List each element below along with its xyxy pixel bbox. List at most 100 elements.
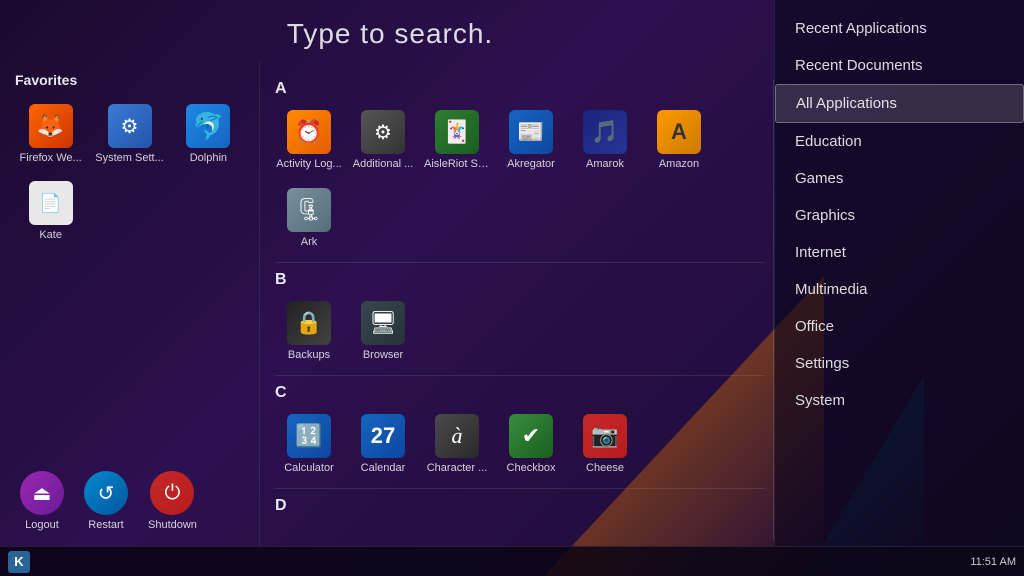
akregator-label: Akregator bbox=[507, 158, 555, 170]
restart-button[interactable]: ↺ Restart bbox=[79, 466, 133, 536]
app-akregator[interactable]: 📰 Akregator bbox=[497, 104, 565, 176]
app-calculator[interactable]: 🔢 Calculator bbox=[275, 408, 343, 480]
logout-label: Logout bbox=[25, 519, 59, 531]
cheese-label: Cheese bbox=[586, 462, 624, 474]
logout-icon: ⏏ bbox=[20, 471, 64, 515]
activity-log-icon: ⏰ bbox=[287, 110, 331, 154]
divider-c-d bbox=[275, 488, 765, 489]
aisleriots-label: AisleRiot So... bbox=[424, 158, 490, 170]
app-amazon[interactable]: A Amazon bbox=[645, 104, 713, 176]
panel-item-settings[interactable]: Settings bbox=[775, 345, 1024, 382]
panel-item-all-applications[interactable]: All Applications bbox=[775, 84, 1024, 123]
additional-icon: ⚙ bbox=[361, 110, 405, 154]
kate-label: Kate bbox=[39, 229, 62, 241]
right-panel: Recent Applications Recent Documents All… bbox=[774, 0, 1024, 546]
restart-icon: ↺ bbox=[84, 471, 128, 515]
app-aisleriots[interactable]: 🃏 AisleRiot So... bbox=[423, 104, 491, 176]
calendar-icon: 27 bbox=[361, 414, 405, 458]
cheese-icon: 📷 bbox=[583, 414, 627, 458]
favorites-grid: 🦊 Firefox We... ⚙ System Sett... 🐬 Dolph… bbox=[15, 98, 244, 247]
fav-item-system-settings[interactable]: ⚙ System Sett... bbox=[91, 98, 167, 170]
section-c-letter: C bbox=[275, 384, 765, 402]
panel-item-education[interactable]: Education bbox=[775, 123, 1024, 160]
favorites-title: Favorites bbox=[15, 72, 244, 88]
browser-icon: 🖥 bbox=[361, 301, 405, 345]
restart-label: Restart bbox=[88, 519, 123, 531]
additional-label: Additional ... bbox=[353, 158, 414, 170]
shutdown-icon: ⏻ bbox=[150, 471, 194, 515]
character-label: Character ... bbox=[427, 462, 488, 474]
panel-item-multimedia[interactable]: Multimedia bbox=[775, 271, 1024, 308]
kate-icon: 📄 bbox=[29, 181, 73, 225]
backups-label: Backups bbox=[288, 349, 330, 361]
divider-a-b bbox=[275, 262, 765, 263]
firefox-icon: 🦊 bbox=[29, 104, 73, 148]
app-amarok[interactable]: 🎵 Amarok bbox=[571, 104, 639, 176]
ark-label: Ark bbox=[301, 236, 318, 248]
app-cheese[interactable]: 📷 Cheese bbox=[571, 408, 639, 480]
section-c-apps: 🔢 Calculator 27 Calendar à Character ...… bbox=[275, 408, 765, 480]
panel-item-internet[interactable]: Internet bbox=[775, 234, 1024, 271]
fav-item-kate[interactable]: 📄 Kate bbox=[15, 175, 86, 247]
section-a-letter: A bbox=[275, 80, 765, 98]
apps-area: A ⏰ Activity Log... ⚙ Additional ... 🃏 A… bbox=[260, 62, 780, 546]
firefox-label: Firefox We... bbox=[20, 152, 82, 164]
taskbar-left: K bbox=[8, 551, 30, 573]
amarok-icon: 🎵 bbox=[583, 110, 627, 154]
ark-icon: 🗜 bbox=[287, 188, 331, 232]
logout-button[interactable]: ⏏ Logout bbox=[15, 466, 69, 536]
shutdown-label: Shutdown bbox=[148, 519, 197, 531]
actions-bar: ⏏ Logout ↺ Restart ⏻ Shutdown bbox=[15, 456, 244, 536]
panel-item-office[interactable]: Office bbox=[775, 308, 1024, 345]
browser-label: Browser bbox=[363, 349, 403, 361]
system-settings-icon: ⚙ bbox=[108, 104, 152, 148]
section-b-apps: 🔒 Backups 🖥 Browser bbox=[275, 295, 765, 367]
section-d-letter: D bbox=[275, 497, 765, 515]
panel-item-games[interactable]: Games bbox=[775, 160, 1024, 197]
app-activity-log[interactable]: ⏰ Activity Log... bbox=[275, 104, 343, 176]
dolphin-label: Dolphin bbox=[190, 152, 227, 164]
fav-item-dolphin[interactable]: 🐬 Dolphin bbox=[173, 98, 244, 170]
app-ark[interactable]: 🗜 Ark bbox=[275, 182, 343, 254]
app-backups[interactable]: 🔒 Backups bbox=[275, 295, 343, 367]
divider-b-c bbox=[275, 375, 765, 376]
panel-item-system[interactable]: System bbox=[775, 382, 1024, 419]
checkbox-label: Checkbox bbox=[507, 462, 556, 474]
panel-item-recent-documents[interactable]: Recent Documents bbox=[775, 47, 1024, 84]
taskbar: K 11:51 AM bbox=[0, 546, 1024, 576]
akregator-icon: 📰 bbox=[509, 110, 553, 154]
taskbar-time: 11:51 AM bbox=[970, 556, 1016, 568]
checkbox-icon: ✔ bbox=[509, 414, 553, 458]
app-character[interactable]: à Character ... bbox=[423, 408, 491, 480]
kde-menu-button[interactable]: K bbox=[8, 551, 30, 573]
launcher: Type to search. Favorites 🦊 Firefox We..… bbox=[0, 0, 780, 546]
app-browser[interactable]: 🖥 Browser bbox=[349, 295, 417, 367]
amazon-label: Amazon bbox=[659, 158, 699, 170]
calculator-label: Calculator bbox=[284, 462, 334, 474]
aisleriots-icon: 🃏 bbox=[435, 110, 479, 154]
backups-icon: 🔒 bbox=[287, 301, 331, 345]
content-area: Favorites 🦊 Firefox We... ⚙ System Sett.… bbox=[0, 62, 780, 546]
app-calendar[interactable]: 27 Calendar bbox=[349, 408, 417, 480]
app-additional[interactable]: ⚙ Additional ... bbox=[349, 104, 417, 176]
panel-item-recent-applications[interactable]: Recent Applications bbox=[775, 10, 1024, 47]
section-b-letter: B bbox=[275, 271, 765, 289]
app-checkbox[interactable]: ✔ Checkbox bbox=[497, 408, 565, 480]
calculator-icon: 🔢 bbox=[287, 414, 331, 458]
shutdown-button[interactable]: ⏻ Shutdown bbox=[143, 466, 202, 536]
amazon-icon: A bbox=[657, 110, 701, 154]
activity-log-label: Activity Log... bbox=[276, 158, 341, 170]
fav-item-firefox[interactable]: 🦊 Firefox We... bbox=[15, 98, 86, 170]
kde-icon: K bbox=[14, 554, 23, 569]
amarok-label: Amarok bbox=[586, 158, 624, 170]
system-settings-label: System Sett... bbox=[95, 152, 163, 164]
dolphin-icon: 🐬 bbox=[186, 104, 230, 148]
section-a-apps: ⏰ Activity Log... ⚙ Additional ... 🃏 Ais… bbox=[275, 104, 765, 254]
search-bar[interactable]: Type to search. bbox=[0, 0, 780, 62]
character-icon: à bbox=[435, 414, 479, 458]
favorites-panel: Favorites 🦊 Firefox We... ⚙ System Sett.… bbox=[0, 62, 260, 546]
panel-item-graphics[interactable]: Graphics bbox=[775, 197, 1024, 234]
calendar-label: Calendar bbox=[361, 462, 406, 474]
taskbar-right: 11:51 AM bbox=[970, 556, 1016, 568]
panel-divider bbox=[773, 80, 774, 540]
